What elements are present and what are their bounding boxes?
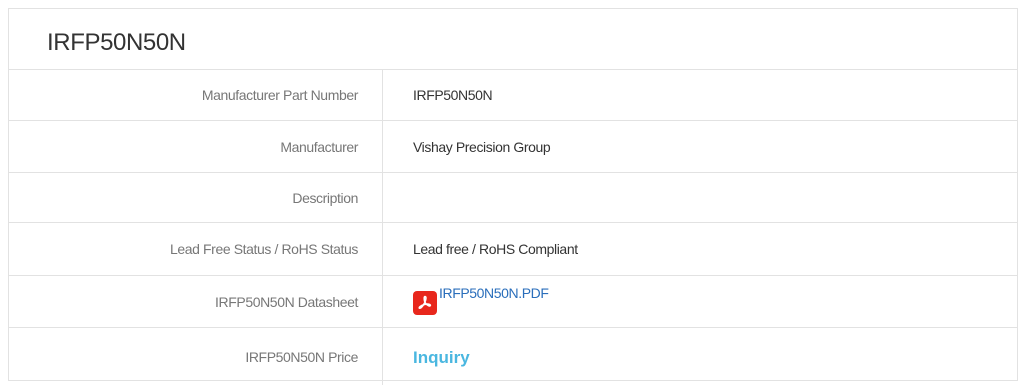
spec-value: Inquiry — [383, 328, 1018, 385]
product-spec-card: IRFP50N50N Manufacturer Part Number IRFP… — [8, 8, 1018, 385]
datasheet-link-wrapper: IRFP50N50N.PDF — [413, 285, 549, 315]
inquiry-link[interactable]: Inquiry — [413, 348, 470, 367]
spec-table: Manufacturer Part Number IRFP50N50N Manu… — [9, 70, 1017, 385]
spec-label: Description — [9, 172, 383, 223]
spec-row-manufacturer: Manufacturer Vishay Precision Group — [9, 120, 1017, 173]
spec-value: IRFP50N50N — [382, 70, 1017, 121]
spec-label: Manufacturer Part Number — [9, 70, 383, 121]
pdf-icon[interactable] — [413, 291, 437, 315]
spec-value: Vishay Precision Group — [382, 120, 1017, 173]
spec-value: Lead free / RoHS Compliant — [382, 222, 1017, 276]
spec-row-part-number: Manufacturer Part Number IRFP50N50N — [9, 70, 1017, 121]
spec-row-description: Description — [9, 172, 1017, 223]
datasheet-link[interactable]: IRFP50N50N.PDF — [439, 285, 549, 301]
spec-value: IRFP50N50N.PDF — [382, 275, 1017, 328]
spec-row-price: IRFP50N50N Price Inquiry — [9, 327, 1018, 385]
spec-label: IRFP50N50N Datasheet — [9, 275, 383, 328]
spec-label: Lead Free Status / RoHS Status — [9, 222, 383, 276]
product-title: IRFP50N50N — [9, 9, 1017, 70]
spec-label: IRFP50N50N Price — [9, 327, 383, 385]
spec-row-rohs-status: Lead Free Status / RoHS Status Lead free… — [9, 222, 1017, 276]
spec-label: Manufacturer — [9, 120, 383, 173]
spec-row-datasheet: IRFP50N50N Datasheet IRFP50N50N.PDF — [9, 275, 1017, 328]
spec-value — [382, 172, 1017, 223]
